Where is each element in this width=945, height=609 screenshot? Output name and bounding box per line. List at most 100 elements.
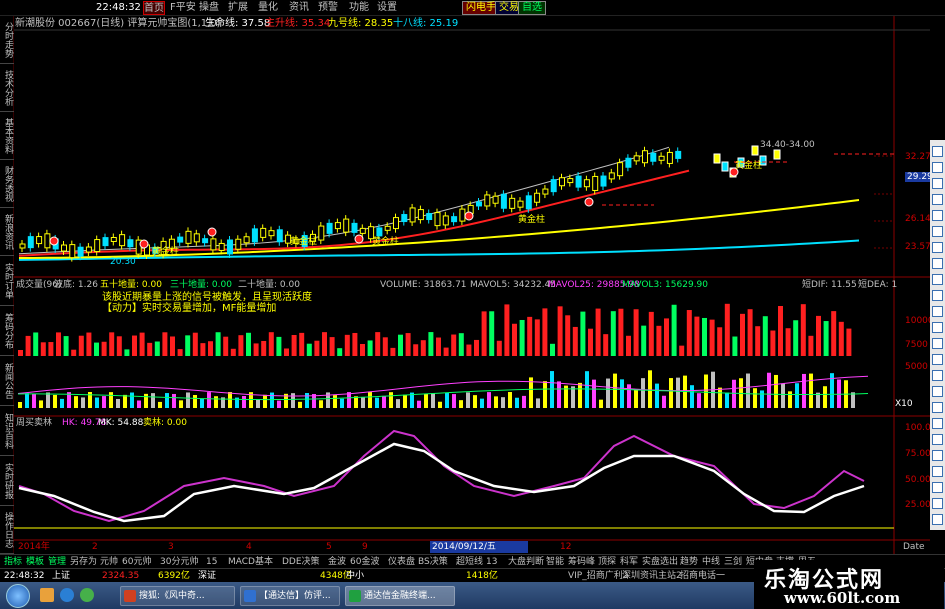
tool-icon-0[interactable] [932, 146, 943, 157]
indicator-tab-23[interactable]: 中线 [702, 556, 720, 568]
volume-label-1: 波底: 1.26 [54, 280, 98, 290]
nav-item-6[interactable]: 预警 [318, 1, 338, 15]
media-icon[interactable] [80, 588, 94, 602]
tool-icon-20[interactable] [932, 466, 943, 477]
nav-item-7[interactable]: 功能 [349, 1, 369, 15]
indicator-tab-16[interactable]: 大盘判断 [508, 556, 544, 568]
dif-label-1: 短DEA: 1 [858, 280, 898, 290]
left-tab-6[interactable]: 筹码分布 [0, 306, 14, 356]
indicator-tab-17[interactable]: 智能 [546, 556, 564, 568]
kdj-axis-label-2: 50.00 [905, 475, 931, 485]
tool-icon-2[interactable] [932, 178, 943, 189]
tool-icon-4[interactable] [932, 210, 943, 221]
indicator-tab-22[interactable]: 趋势 [680, 556, 698, 568]
nav-item-1[interactable]: F平安 [170, 1, 196, 15]
tool-icon-21[interactable] [932, 482, 943, 493]
indicator-tab-12[interactable]: 仪表盘 [388, 556, 415, 568]
left-tab-1[interactable]: 技术分析 [0, 64, 14, 112]
explorer-icon[interactable] [40, 588, 54, 602]
status-time: 22:48:32 [4, 571, 45, 581]
date-axis-label-3: 4 [246, 542, 252, 552]
tool-icon-12[interactable] [932, 338, 943, 349]
taskbar-window-0[interactable]: 搜狐:《风中奇... [120, 586, 235, 606]
tool-icon-17[interactable] [932, 418, 943, 429]
indicator-tab-20[interactable]: 科军 [620, 556, 638, 568]
volume-axis-label-2: 5000 [905, 362, 928, 372]
indicator-tab-19[interactable]: 顶探 [598, 556, 616, 568]
tool-icon-15[interactable] [932, 386, 943, 397]
indicator-tab-6[interactable]: 30分元帅 [160, 556, 198, 568]
nav-item-5[interactable]: 资讯 [289, 1, 309, 15]
tool-icon-10[interactable] [932, 306, 943, 317]
indicator-tab-21[interactable]: 实盘选出 [642, 556, 678, 568]
indicator-tab-3[interactable]: 另存为 [70, 556, 97, 568]
left-tab-10[interactable]: 操作日志 [0, 506, 14, 554]
left-tab-7[interactable]: 新闻公告 [0, 356, 14, 406]
tool-icon-8[interactable] [932, 274, 943, 285]
indicator-tab-7[interactable]: 15 [206, 556, 217, 568]
status-item-8: 深圳资讯主站2 [622, 571, 682, 581]
top-right-button-2[interactable]: 自选 [518, 1, 546, 15]
indicator-tab-4[interactable]: 元帅 [100, 556, 118, 568]
left-tab-3[interactable]: 财务透视 [0, 160, 14, 208]
left-tab-4[interactable]: 新浪资讯 [0, 208, 14, 256]
indicator-tab-9[interactable]: DDE决策 [282, 556, 320, 568]
indicator-tab-13[interactable]: BS决策 [418, 556, 448, 568]
left-tab-0[interactable]: 分时走势 [0, 16, 14, 64]
nav-item-2[interactable]: 操盘 [199, 1, 219, 15]
tool-icon-22[interactable] [932, 498, 943, 509]
nav-item-0[interactable]: 首页 [143, 1, 165, 15]
top-menu-bar: 22:48:32 首页 F平安 操盘 扩展 量化 资讯 预警 功能 设置 闪电手 交易 自选 [0, 0, 945, 16]
tool-icon-14[interactable] [932, 370, 943, 381]
indicator-tab-10[interactable]: 金波 [328, 556, 346, 568]
status-item-6: 1418亿 [466, 571, 498, 581]
left-tab-5[interactable]: 实时订单 [0, 256, 14, 306]
date-axis-label-0: 2014年 [18, 542, 50, 552]
tool-icon-23[interactable] [932, 514, 943, 525]
indicator-tab-0[interactable]: 指标 [4, 556, 22, 568]
nav-item-8[interactable]: 设置 [377, 1, 397, 15]
tool-icon-19[interactable] [932, 450, 943, 461]
nav-item-4[interactable]: 量化 [258, 1, 278, 15]
tool-icon-16[interactable] [932, 402, 943, 413]
window-icon [349, 590, 361, 602]
tool-icon-9[interactable] [932, 290, 943, 301]
date-axis-label-2: 3 [168, 542, 174, 552]
taskbar-window-1[interactable]: 【通达信】仿评... [240, 586, 340, 606]
price-axis-label-3: 23.57 [905, 242, 931, 252]
nav-item-3[interactable]: 扩展 [228, 1, 248, 15]
indicator-tab-5[interactable]: 60元帅 [122, 556, 151, 568]
kdj-label-0: 周买卖林 [16, 418, 53, 428]
tool-icon-18[interactable] [932, 434, 943, 445]
window-icon [124, 590, 136, 602]
left-tab-8[interactable]: 知识百科 [0, 406, 14, 456]
clock: 22:48:32 [96, 2, 141, 13]
indicator-tab-18[interactable]: 筹码峰 [568, 556, 595, 568]
indicator-tab-24[interactable]: 三剑 [724, 556, 742, 568]
window-title: 通达信金融终端... [364, 591, 436, 601]
volume-label-6: MAVOL5: 34232.45 [470, 280, 557, 290]
site-watermark: 乐淘公式网 www.60lt.com [754, 560, 944, 609]
indicator-tab-8[interactable]: MACD基本 [228, 556, 273, 568]
date-axis-label-4: 5 [326, 542, 332, 552]
tool-icon-3[interactable] [932, 194, 943, 205]
kdj-label-2: MK: 54.88 [98, 418, 144, 428]
indicator-tab-1[interactable]: 模板 [26, 556, 44, 568]
start-button[interactable] [6, 584, 30, 608]
indicator-tab-11[interactable]: 60金波 [350, 556, 379, 568]
tool-icon-6[interactable] [932, 242, 943, 253]
tool-icon-7[interactable] [932, 258, 943, 269]
left-tab-2[interactable]: 基本资料 [0, 112, 14, 160]
indicator-tab-2[interactable]: 管理 [48, 556, 66, 568]
main-panel-title: 新潮股份 002667(日线) 评算元帅宝图(1,1,0) [15, 18, 221, 29]
browser-icon[interactable] [60, 588, 74, 602]
indicator-tab-14[interactable]: 超短线 [456, 556, 483, 568]
left-tab-9[interactable]: 实时研报 [0, 456, 14, 506]
main-line-label-0: 生命线: 37.58 [205, 18, 271, 29]
tool-icon-11[interactable] [932, 322, 943, 333]
tool-icon-13[interactable] [932, 354, 943, 365]
tool-icon-5[interactable] [932, 226, 943, 237]
taskbar-window-2[interactable]: 通达信金融终端... [345, 586, 455, 606]
indicator-tab-15[interactable]: 13 [486, 556, 497, 568]
tool-icon-1[interactable] [932, 162, 943, 173]
